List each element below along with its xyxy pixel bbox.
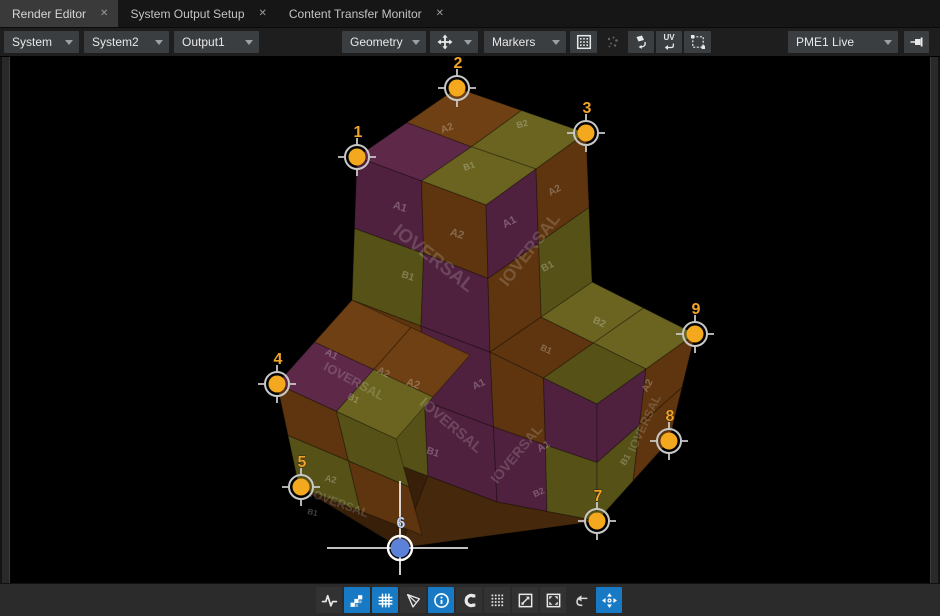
- navigate-button[interactable]: [596, 587, 622, 613]
- bottom-toolbar-buttons: [316, 587, 622, 613]
- marker-number-label: 5: [298, 454, 307, 471]
- system2-select-value: System2: [84, 35, 139, 49]
- signal-button[interactable]: [316, 587, 342, 613]
- grid-button[interactable]: [372, 587, 398, 613]
- move-tool-icon: [437, 34, 453, 50]
- uv-label: UV: [663, 33, 674, 42]
- transform-region-icon: [690, 34, 706, 50]
- system-select-value: System: [4, 35, 52, 49]
- marker-number-label: 4: [274, 351, 283, 368]
- marker-number-label: 8: [666, 408, 675, 425]
- pixel-steps-button[interactable]: [344, 587, 370, 613]
- system2-select[interactable]: System2: [84, 31, 169, 53]
- undo-button[interactable]: [568, 587, 594, 613]
- viewport-right-edge: [930, 57, 940, 583]
- rotate-object-button[interactable]: [628, 31, 654, 53]
- chevron-down-icon: [155, 40, 163, 45]
- tab-label: Content Transfer Monitor: [289, 7, 422, 21]
- pin-button[interactable]: [904, 31, 929, 53]
- marker-number-label: 3: [583, 100, 592, 117]
- expand-corners-button[interactable]: [540, 587, 566, 613]
- geometry-select[interactable]: Geometry: [342, 31, 426, 53]
- marker-number-label: 1: [354, 124, 363, 141]
- tab-label: Render Editor: [12, 7, 86, 21]
- dot-grid-panel-icon: [576, 34, 592, 50]
- chevron-down-icon: [412, 40, 420, 45]
- signal-icon: [321, 592, 338, 609]
- markers-select-value: Markers: [484, 35, 535, 49]
- dot-grid-icon: [489, 592, 506, 609]
- chevron-down-icon: [884, 40, 892, 45]
- output-select-value: Output1: [174, 35, 225, 49]
- navigate-icon: [601, 592, 618, 609]
- chevron-down-icon: [65, 40, 73, 45]
- live-target-value: PME1 Live: [788, 35, 854, 49]
- magnet-icon: [461, 592, 478, 609]
- marker-number-label: 2: [454, 57, 463, 72]
- top-toolbar: System System2 Output1 Geometry Markers …: [0, 28, 940, 57]
- tab-bar: Render Editor✕System Output Setup✕Conten…: [0, 0, 940, 28]
- screen-move-icon: [517, 592, 534, 609]
- markers-select[interactable]: Markers: [484, 31, 566, 53]
- marker-number-label: 9: [692, 301, 701, 318]
- uv-return-arrow-icon: [662, 42, 676, 53]
- dot-grid-button[interactable]: [484, 587, 510, 613]
- magnet-button[interactable]: [456, 587, 482, 613]
- uv-reset-button[interactable]: UV: [656, 31, 682, 53]
- live-target-select[interactable]: PME1 Live: [788, 31, 898, 53]
- scatter-points-icon: [605, 34, 621, 50]
- transform-region-button[interactable]: [684, 31, 711, 53]
- pixel-steps-icon: [349, 592, 366, 609]
- tab-close-icon[interactable]: ✕: [100, 9, 108, 19]
- chevron-down-icon: [464, 40, 472, 45]
- texture-quadrant-label: B1: [307, 507, 320, 518]
- tab-render-editor[interactable]: Render Editor ✕: [0, 0, 118, 27]
- screen-move-button[interactable]: [512, 587, 538, 613]
- move-tool-select[interactable]: [430, 31, 478, 53]
- scatter-points-button[interactable]: [600, 31, 625, 53]
- pin-icon: [909, 34, 925, 50]
- tab-system-output-setup[interactable]: System Output Setup ✕: [118, 0, 276, 27]
- cone-icon: [405, 592, 422, 609]
- tab-close-icon[interactable]: ✕: [259, 9, 267, 19]
- undo-icon: [573, 592, 590, 609]
- dot-grid-panel-button[interactable]: [570, 31, 597, 53]
- grid-icon: [377, 592, 394, 609]
- chevron-down-icon: [245, 40, 253, 45]
- viewport-left-edge: [0, 57, 10, 583]
- info-button[interactable]: [428, 587, 454, 613]
- render-viewport[interactable]: A2B2B1A1A2B1IOVERSALA1A2B1IOVERSALA2A1IO…: [0, 57, 940, 583]
- expand-corners-icon: [545, 592, 562, 609]
- system-select[interactable]: System: [4, 31, 79, 53]
- tab-label: System Output Setup: [130, 7, 244, 21]
- viewport-canvas: A2B2B1A1A2B1IOVERSALA1A2B1IOVERSALA2A1IO…: [0, 57, 940, 583]
- geometry-select-value: Geometry: [342, 35, 403, 49]
- chevron-down-icon: [552, 40, 560, 45]
- tab-content-transfer-monitor[interactable]: Content Transfer Monitor ✕: [277, 0, 454, 27]
- info-icon: [433, 592, 450, 609]
- marker-number-label: 7: [594, 488, 603, 505]
- rotate-object-icon: [633, 34, 649, 50]
- cone-button[interactable]: [400, 587, 426, 613]
- marker-number-label: 6: [397, 515, 406, 532]
- tab-close-icon[interactable]: ✕: [436, 9, 444, 19]
- output-select[interactable]: Output1: [174, 31, 259, 53]
- bottom-toolbar: [0, 583, 940, 616]
